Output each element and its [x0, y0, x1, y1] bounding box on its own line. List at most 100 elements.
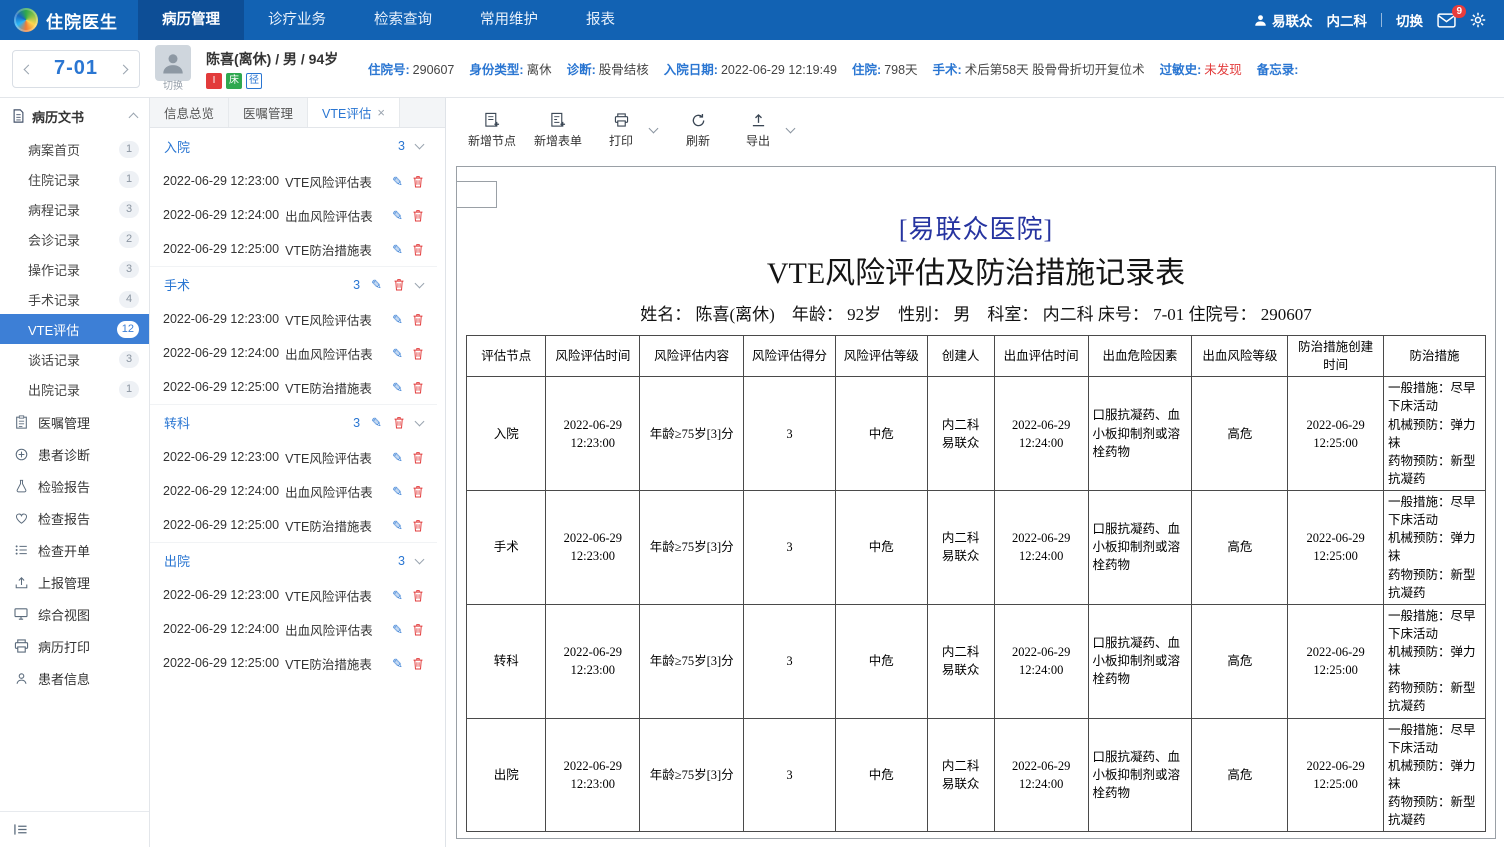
trash-icon[interactable] [412, 623, 424, 636]
edit-icon[interactable]: ✎ [371, 278, 382, 291]
vte-record-table: 评估节点 风险评估时间 风险评估内容 风险评估得分 风险评估等级 创建人 出血评估时间 出血危… [465, 334, 1486, 833]
sidebar-group-header[interactable]: 病历文书 [0, 98, 149, 134]
tool-button[interactable]: 新增表单 [528, 110, 588, 151]
sidebar-doc-item[interactable]: 手术记录 4 [0, 284, 149, 314]
switch-user-button[interactable]: 切换 [1396, 10, 1423, 30]
trash-icon[interactable] [412, 175, 424, 188]
dropdown-caret-icon[interactable] [648, 123, 659, 134]
patient-field-value: 离休 [526, 63, 552, 77]
chevron-down-icon[interactable] [414, 554, 425, 564]
trash-icon[interactable] [412, 589, 424, 602]
chevron-up-icon[interactable] [128, 112, 139, 123]
sidebar-menu-item[interactable]: 上报管理 [0, 566, 149, 598]
avatar-switch-button[interactable]: 切换 [163, 82, 183, 92]
prev-bed-button[interactable] [23, 60, 34, 78]
tree-item[interactable]: 2022-06-29 12:23:00 VTE风险评估表 ✎ [150, 164, 437, 198]
edit-icon[interactable]: ✎ [392, 485, 403, 498]
tool-button[interactable]: 打印 [594, 110, 648, 151]
tool-button[interactable]: 导出 [731, 110, 785, 151]
sidebar-menu-item[interactable]: 医嘱管理 [0, 406, 149, 438]
edit-icon[interactable]: ✎ [392, 589, 403, 602]
nav-menu-item[interactable]: 报表 [562, 0, 639, 40]
sidebar-menu-item[interactable]: 检查开单 [0, 534, 149, 566]
trash-icon[interactable] [412, 381, 424, 394]
sidebar-doc-item[interactable]: 操作记录 3 [0, 254, 149, 284]
edit-icon[interactable]: ✎ [392, 657, 403, 670]
tree-section-header[interactable]: 手术 3 ✎ [150, 266, 437, 302]
sidebar-doc-item[interactable]: VTE评估 12 [0, 314, 149, 344]
mail-button[interactable]: 9 [1437, 4, 1466, 28]
tree-item[interactable]: 2022-06-29 12:24:00 出血风险评估表 ✎ [150, 474, 437, 508]
sidebar-doc-item[interactable]: 住院记录 1 [0, 164, 149, 194]
edit-icon[interactable]: ✎ [371, 416, 382, 429]
tab[interactable]: 医嘱管理 [229, 98, 309, 127]
tree-section-header[interactable]: 入院 3 [150, 128, 437, 164]
trash-icon[interactable] [393, 278, 405, 291]
trash-icon[interactable] [412, 657, 424, 670]
sidebar-menu-item[interactable]: 病历打印 [0, 630, 149, 662]
nav-menu-item[interactable]: 常用维护 [456, 0, 562, 40]
tree-item[interactable]: 2022-06-29 12:23:00 VTE风险评估表 ✎ [150, 302, 437, 336]
trash-icon[interactable] [412, 485, 424, 498]
tree-item[interactable]: 2022-06-29 12:25:00 VTE防治措施表 ✎ [150, 232, 437, 266]
trash-icon[interactable] [412, 519, 424, 532]
edit-icon[interactable]: ✎ [392, 623, 403, 636]
bed-number: 7-01 [53, 57, 99, 79]
edit-icon[interactable]: ✎ [392, 243, 403, 256]
sidebar-doc-item[interactable]: 会诊记录 2 [0, 224, 149, 254]
sidebar-menu-item[interactable]: 检验报告 [0, 470, 149, 502]
tree-item[interactable]: 2022-06-29 12:23:00 VTE风险评估表 ✎ [150, 440, 437, 474]
tree-item[interactable]: 2022-06-29 12:23:00 VTE风险评估表 ✎ [150, 578, 437, 612]
nav-menu-item[interactable]: 诊疗业务 [244, 0, 350, 40]
trash-icon[interactable] [412, 451, 424, 464]
settings-button[interactable] [1470, 12, 1486, 28]
patient-avatar[interactable] [155, 45, 191, 81]
trash-icon[interactable] [412, 243, 424, 256]
sidebar-menu-item[interactable]: 患者诊断 [0, 438, 149, 470]
tree-item[interactable]: 2022-06-29 12:25:00 VTE防治措施表 ✎ [150, 646, 437, 680]
user-menu[interactable]: 易联众 [1254, 10, 1313, 30]
tree-item[interactable]: 2022-06-29 12:24:00 出血风险评估表 ✎ [150, 336, 437, 370]
sidebar-doc-item[interactable]: 病案首页 1 [0, 134, 149, 164]
item-actions: ✎ [386, 451, 424, 464]
trash-icon[interactable] [412, 313, 424, 326]
sidebar-menu-item[interactable]: 综合视图 [0, 598, 149, 630]
next-bed-button[interactable] [118, 60, 129, 78]
chevron-down-icon[interactable] [414, 416, 425, 426]
edit-icon[interactable]: ✎ [392, 347, 403, 360]
tree-item[interactable]: 2022-06-29 12:24:00 出血风险评估表 ✎ [150, 198, 437, 232]
edit-icon[interactable]: ✎ [392, 175, 403, 188]
nav-menu-item[interactable]: 病历管理 [138, 0, 244, 40]
trash-icon[interactable] [412, 347, 424, 360]
sidebar-doc-item[interactable]: 病程记录 3 [0, 194, 149, 224]
chevron-down-icon[interactable] [414, 139, 425, 150]
nav-menu-item[interactable]: 检索查询 [350, 0, 456, 40]
trash-icon[interactable] [393, 416, 405, 429]
sidebar-menu-item[interactable]: 患者信息 [0, 662, 149, 694]
sidebar-doc-item[interactable]: 谈话记录 3 [0, 344, 149, 374]
collapse-sidebar-icon[interactable] [13, 823, 28, 836]
tree-item[interactable]: 2022-06-29 12:25:00 VTE防治措施表 ✎ [150, 508, 437, 542]
tree-item[interactable]: 2022-06-29 12:24:00 出血风险评估表 ✎ [150, 612, 437, 646]
dropdown-caret-icon[interactable] [785, 123, 796, 134]
edit-icon[interactable]: ✎ [392, 451, 403, 464]
sidebar-doc-item[interactable]: 出院记录 1 [0, 374, 149, 404]
tab[interactable]: 信息总览 [150, 98, 230, 127]
sidebar-menu-item[interactable]: 检查报告 [0, 502, 149, 534]
item-actions: ✎ [386, 589, 424, 602]
edit-icon[interactable]: ✎ [392, 381, 403, 394]
document-page: [易联众医院] VTE风险评估及防治措施记录表 姓名： 陈喜(离休) 年龄： 9… [456, 166, 1496, 839]
trash-icon[interactable] [412, 209, 424, 222]
tab[interactable]: VTE评估 × [308, 98, 400, 127]
edit-icon[interactable]: ✎ [392, 313, 403, 326]
close-icon[interactable]: × [377, 105, 385, 120]
tree-item[interactable]: 2022-06-29 12:25:00 VTE防治措施表 ✎ [150, 370, 437, 404]
tool-button[interactable]: 刷新 [671, 110, 725, 151]
edit-icon[interactable]: ✎ [392, 209, 403, 222]
table-header-cell: 创建人 [926, 334, 995, 378]
tree-section-header[interactable]: 转科 3 ✎ [150, 404, 437, 440]
tool-button[interactable]: 新增节点 [462, 110, 522, 151]
chevron-down-icon[interactable] [414, 278, 425, 288]
edit-icon[interactable]: ✎ [392, 519, 403, 532]
tree-section-header[interactable]: 出院 3 [150, 542, 437, 578]
